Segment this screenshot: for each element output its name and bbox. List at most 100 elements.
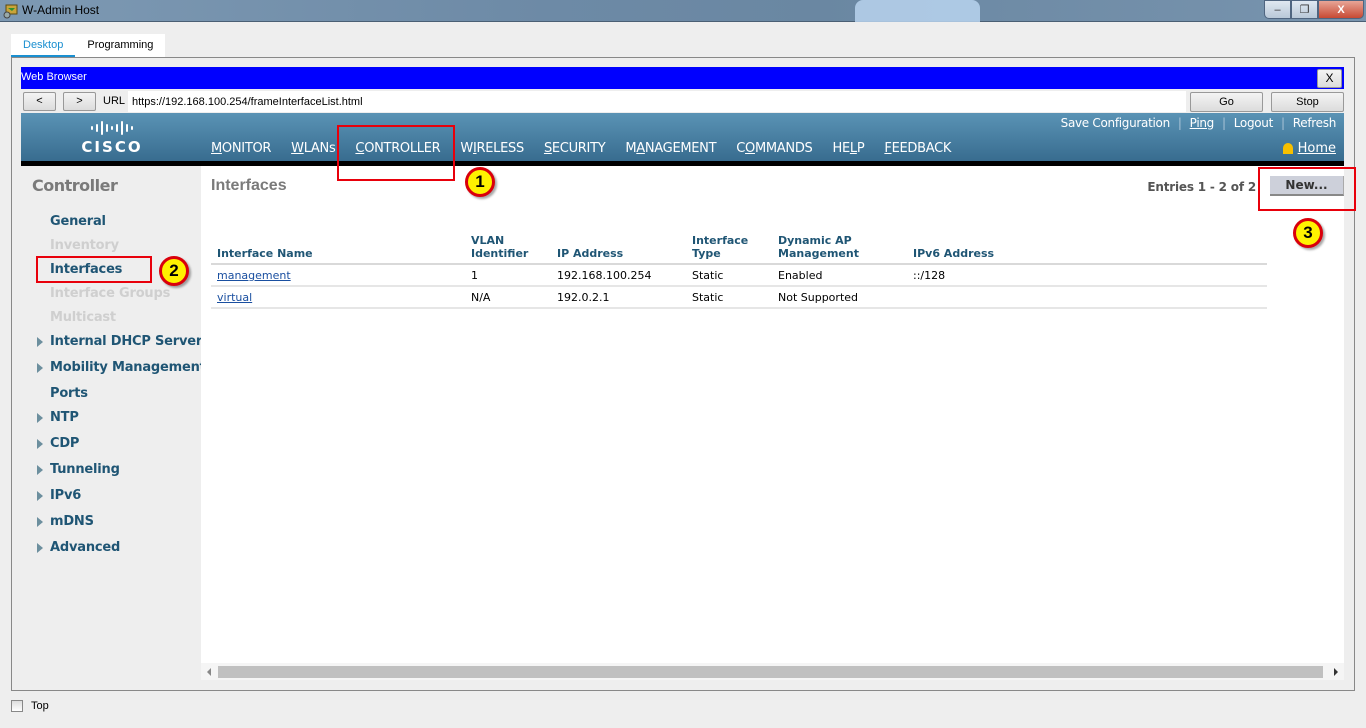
cell-interface-name: management <box>211 264 465 287</box>
sidebar-item-advanced[interactable]: Advanced <box>37 540 121 555</box>
horizontal-scrollbar[interactable] <box>201 663 1344 680</box>
nav-feedback[interactable]: FEEDBACK <box>884 141 951 156</box>
expand-arrow-icon <box>37 439 43 449</box>
sidebar-item-ntp[interactable]: NTP <box>37 410 79 425</box>
table-header-row: Interface Name VLAN Identifier IP Address… <box>211 234 1267 265</box>
home-icon <box>1282 143 1293 154</box>
nav-help[interactable]: HELP <box>832 141 864 156</box>
home-label: Home <box>1297 141 1336 156</box>
browser-close-button[interactable]: X <box>1317 69 1342 88</box>
ping-link[interactable]: Ping <box>1190 116 1215 130</box>
table-row: management 1 192.168.100.254 Static Enab… <box>211 264 1267 287</box>
cell-vlan: 1 <box>465 264 551 287</box>
close-window-button[interactable]: X <box>1318 0 1364 19</box>
restore-button[interactable]: ❐ <box>1291 0 1318 19</box>
sidebar-item-internal-dhcp-server[interactable]: Internal DHCP Server <box>37 334 203 349</box>
expand-arrow-icon <box>37 491 43 501</box>
header-line: Identifier <box>471 247 529 260</box>
sidebar-item-ports[interactable]: Ports <box>50 386 88 401</box>
scroll-right-icon[interactable] <box>1334 668 1338 676</box>
cell-ipv6 <box>907 286 1267 309</box>
web-browser-title: Web Browser <box>21 71 87 83</box>
sidebar-item-cdp[interactable]: CDP <box>37 436 80 451</box>
expand-arrow-icon <box>37 517 43 527</box>
cell-ip: 192.168.100.254 <box>551 264 686 287</box>
go-button[interactable]: Go <box>1190 92 1263 112</box>
access-key-letter: L <box>849 141 857 156</box>
sidebar-item-inventory: Inventory <box>50 238 119 253</box>
main-nav: MONITOR WLANs CONTROLLER WIRELESS SECURI… <box>211 141 971 166</box>
sidebar-item-mobility-management[interactable]: Mobility Management <box>37 360 206 375</box>
tab-programming[interactable]: Programming <box>75 34 165 58</box>
tab-desktop[interactable]: Desktop <box>11 34 76 58</box>
sidebar-item-multicast: Multicast <box>50 310 116 325</box>
nav-wlans[interactable]: WLANs <box>291 141 336 156</box>
column-header-dynamic-ap-management: Dynamic AP Management <box>772 234 907 265</box>
refresh-link[interactable]: Refresh <box>1293 116 1337 130</box>
header-line: VLAN <box>471 234 505 247</box>
sidebar-item-label: IPv6 <box>50 488 82 503</box>
page-title: Interfaces <box>211 177 287 194</box>
sidebar-item-general[interactable]: General <box>50 214 106 229</box>
sidebar-item-label: CDP <box>50 436 80 451</box>
annotation-badge-1: 1 <box>465 167 495 197</box>
annotation-highlight-new <box>1258 167 1356 211</box>
controller-sidebar: Controller General Inventory Interfaces … <box>21 166 206 663</box>
access-key-letter: A <box>636 141 645 156</box>
header-links: Save Configuration | Ping | Logout | Ref… <box>1061 116 1337 130</box>
access-key-letter: I <box>472 141 477 156</box>
separator: | <box>1177 116 1182 130</box>
expand-arrow-icon <box>37 543 43 553</box>
sidebar-item-label: Internal DHCP Server <box>50 334 203 349</box>
packet-tracer-app-icon <box>3 4 18 19</box>
interface-link-management[interactable]: management <box>217 269 291 282</box>
column-header-ipv6-address: IPv6 Address <box>907 234 1267 265</box>
url-input[interactable] <box>128 91 1186 112</box>
minimize-icon: – <box>1274 3 1281 16</box>
sidebar-item-mdns[interactable]: mDNS <box>37 514 94 529</box>
cell-type: Static <box>686 264 772 287</box>
top-checkbox-label: Top <box>31 700 49 712</box>
logout-link[interactable]: Logout <box>1234 116 1274 130</box>
background-taskbar-item <box>855 0 980 22</box>
scrollbar-thumb[interactable] <box>218 666 1323 678</box>
nav-wireless[interactable]: WIRELESS <box>460 141 524 156</box>
separator: | <box>1281 116 1285 130</box>
minimize-button[interactable]: – <box>1264 0 1291 19</box>
cisco-logo: CISCO <box>77 120 147 156</box>
expand-arrow-icon <box>37 337 43 347</box>
cell-type: Static <box>686 286 772 309</box>
scroll-left-icon[interactable] <box>207 668 211 676</box>
nav-commands[interactable]: COMMANDS <box>736 141 813 156</box>
interface-link-virtual[interactable]: virtual <box>217 291 252 304</box>
forward-button[interactable]: > <box>63 92 96 111</box>
home-link[interactable]: Home <box>1282 141 1336 156</box>
nav-monitor[interactable]: MONITOR <box>211 141 271 156</box>
sidebar-item-ipv6[interactable]: IPv6 <box>37 488 82 503</box>
back-button[interactable]: < <box>23 92 56 111</box>
access-key-letter: W <box>291 141 304 156</box>
save-configuration-link[interactable]: Save Configuration <box>1061 116 1171 130</box>
wlc-header: CISCO Save Configuration | Ping | Logout… <box>21 113 1344 166</box>
nav-security[interactable]: SECURITY <box>544 141 606 156</box>
checkbox-icon[interactable] <box>11 700 23 712</box>
annotation-badge-2: 2 <box>159 256 189 286</box>
tab-bar: Desktop Programming <box>11 34 166 58</box>
sidebar-item-tunneling[interactable]: Tunneling <box>37 462 120 477</box>
sidebar-item-label: Advanced <box>50 540 121 555</box>
close-icon: X <box>1337 3 1345 16</box>
cell-ipv6: ::/128 <box>907 264 1267 287</box>
access-key-letter: F <box>884 141 892 156</box>
entries-count: Entries 1 - 2 of 2 <box>1147 180 1256 194</box>
expand-arrow-icon <box>37 363 43 373</box>
top-checkbox[interactable]: Top <box>11 700 49 712</box>
stop-button[interactable]: Stop <box>1271 92 1344 112</box>
column-header-interface-name: Interface Name <box>211 234 465 265</box>
web-browser-title-bar: Web Browser X <box>21 67 1344 89</box>
access-key-letter: M <box>211 141 222 156</box>
annotation-badge-3: 3 <box>1293 218 1323 248</box>
nav-management[interactable]: MANAGEMENT <box>625 141 716 156</box>
sidebar-item-label: NTP <box>50 410 79 425</box>
interfaces-table: Interface Name VLAN Identifier IP Address… <box>211 234 1267 309</box>
window-title-bar: W-Admin Host – ❐ X <box>0 0 1366 22</box>
